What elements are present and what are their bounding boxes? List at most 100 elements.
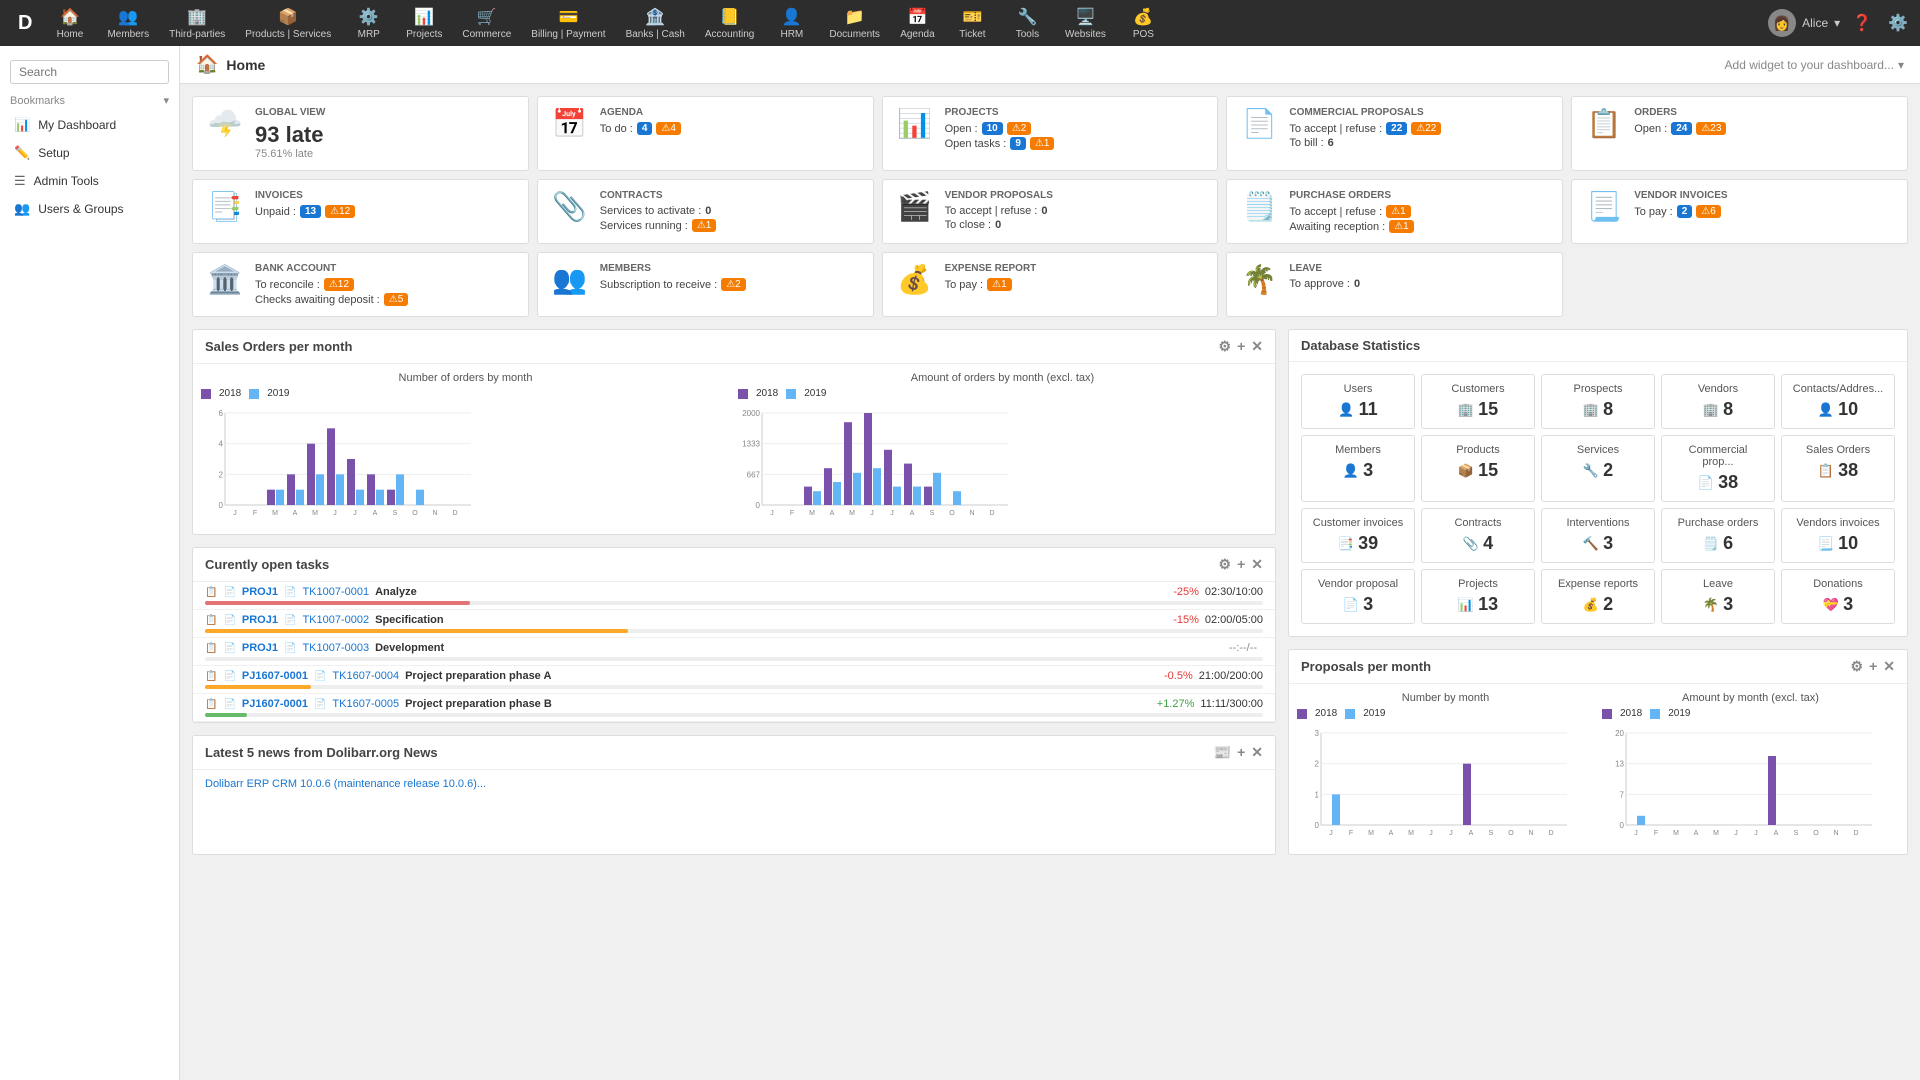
nav-hrm[interactable]: 👤 HRM <box>764 3 819 44</box>
widget-invoices[interactable]: 📑 INVOICES Unpaid : 13 ⚠12 <box>192 179 529 244</box>
task-id[interactable]: TK1007-0001 <box>302 586 369 598</box>
nav-third-parties[interactable]: 🏢 Third-parties <box>159 3 235 44</box>
widget-projects[interactable]: 📊 PROJECTS Open : 10 ⚠2Open tasks : 9 ⚠1 <box>882 96 1219 171</box>
db-stat-contracts[interactable]: Contracts 📎 4 <box>1421 508 1535 563</box>
nav-home[interactable]: 🏠 Home <box>42 3 97 44</box>
widget-global-view[interactable]: 🌩️ GLOBAL VIEW 93 late75.61% late <box>192 96 529 171</box>
widget-vendor-invoices[interactable]: 📃 VENDOR INVOICES To pay : 2 ⚠6 <box>1571 179 1908 244</box>
app-logo[interactable]: D <box>8 12 42 35</box>
nav-mrp[interactable]: ⚙️ MRP <box>341 3 396 44</box>
nav-members[interactable]: 👥 Members <box>97 3 159 44</box>
nav-websites[interactable]: 🖥️ Websites <box>1055 3 1116 44</box>
filter-icon[interactable]: ⚙ <box>1219 338 1232 355</box>
widget-members[interactable]: 👥 MEMBERS Subscription to receive : ⚠2 <box>537 252 874 317</box>
widget-agenda[interactable]: 📅 AGENDA To do : 4 ⚠4 <box>537 96 874 171</box>
bookmarks-section[interactable]: Bookmarks ▾ <box>0 90 179 111</box>
db-stat-interventions[interactable]: Interventions 🔨 3 <box>1541 508 1655 563</box>
nav-accounting[interactable]: 📒 Accounting <box>695 3 764 44</box>
tasks-add-icon[interactable]: + <box>1237 556 1245 573</box>
sidebar-item-setup[interactable]: ✏️ Setup <box>0 139 179 167</box>
news-close-icon[interactable]: ✕ <box>1251 744 1263 761</box>
nav-commerce[interactable]: 🛒 Commerce <box>452 3 521 44</box>
task-project[interactable]: PJ1607-0001 <box>242 698 308 710</box>
db-stat-expense-reports[interactable]: Expense reports 💰 2 <box>1541 569 1655 624</box>
widget-expense-report[interactable]: 💰 EXPENSE REPORT To pay : ⚠1 <box>882 252 1219 317</box>
tasks-filter-icon[interactable]: ⚙ <box>1219 556 1232 573</box>
nav-products[interactable]: 📦 Products | Services <box>235 3 341 44</box>
sidebar-item-users-groups[interactable]: 👥 Users & Groups <box>0 195 179 223</box>
widget-leave[interactable]: 🌴 LEAVE To approve : 0 <box>1226 252 1563 317</box>
task-project[interactable]: PJ1607-0001 <box>242 670 308 682</box>
proposals-filter-icon[interactable]: ⚙ <box>1851 658 1864 675</box>
widget-orders[interactable]: 📋 ORDERS Open : 24 ⚠23 <box>1571 96 1908 171</box>
add-icon[interactable]: + <box>1237 338 1245 355</box>
close-icon[interactable]: ✕ <box>1251 338 1263 355</box>
task-project[interactable]: PROJ1 <box>242 586 278 598</box>
db-stat-title: Donations <box>1792 578 1884 590</box>
db-stat-sales-orders[interactable]: Sales Orders 📋 38 <box>1781 435 1895 502</box>
db-stat-products[interactable]: Products 📦 15 <box>1421 435 1535 502</box>
db-stat-customers[interactable]: Customers 🏢 15 <box>1421 374 1535 429</box>
nav-tools[interactable]: 🔧 Tools <box>1000 3 1055 44</box>
db-stat-prospects[interactable]: Prospects 🏢 8 <box>1541 374 1655 429</box>
sales-count-label: Number of orders by month <box>201 372 730 384</box>
search-input[interactable] <box>10 60 169 84</box>
user-menu[interactable]: 👩 Alice ▾ <box>1768 9 1840 37</box>
widget-vendor-proposals[interactable]: 🎬 VENDOR PROPOSALS To accept | refuse : … <box>882 179 1219 244</box>
proposals-close-icon[interactable]: ✕ <box>1883 658 1895 675</box>
db-stat-users[interactable]: Users 👤 11 <box>1301 374 1415 429</box>
db-stat-vendors-invoices[interactable]: Vendors invoices 📃 10 <box>1781 508 1895 563</box>
widget-title-members: MEMBERS <box>600 263 861 274</box>
question-icon[interactable]: ❓ <box>1848 9 1876 37</box>
nav-banks-label: Banks | Cash <box>626 29 685 40</box>
nav-banks[interactable]: 🏦 Banks | Cash <box>616 3 695 44</box>
svg-text:J: J <box>1449 830 1453 837</box>
proposals-add-icon[interactable]: + <box>1869 658 1877 675</box>
news-add-icon[interactable]: + <box>1237 744 1245 761</box>
bar-2019 <box>396 474 404 505</box>
db-stat-projects[interactable]: Projects 📊 13 <box>1421 569 1535 624</box>
add-widget-chevron[interactable]: ▾ <box>1898 58 1904 72</box>
db-stat-leave[interactable]: Leave 🌴 3 <box>1661 569 1775 624</box>
sidebar-item-my-dashboard[interactable]: 📊 My Dashboard <box>0 111 179 139</box>
widget-bank-account[interactable]: 🏛️ BANK ACCOUNT To reconcile : ⚠12Checks… <box>192 252 529 317</box>
task-project[interactable]: PROJ1 <box>242 642 278 654</box>
nav-agenda[interactable]: 📅 Agenda <box>890 3 945 44</box>
nav-billing[interactable]: 💳 Billing | Payment <box>521 3 615 44</box>
db-stat-vendor-proposal[interactable]: Vendor proposal 📄 3 <box>1301 569 1415 624</box>
task-id[interactable]: TK1007-0003 <box>302 642 369 654</box>
nav-pos[interactable]: 💰 POS <box>1116 3 1171 44</box>
tasks-close-icon[interactable]: ✕ <box>1251 556 1263 573</box>
db-stat-contacts/addres...[interactable]: Contacts/Addres... 👤 10 <box>1781 374 1895 429</box>
task-id[interactable]: TK1007-0002 <box>302 614 369 626</box>
widget-purchase-orders[interactable]: 🗒️ PURCHASE ORDERS To accept | refuse : … <box>1226 179 1563 244</box>
sidebar-item-dashboard-label: My Dashboard <box>38 118 116 132</box>
db-stat-vendors[interactable]: Vendors 🏢 8 <box>1661 374 1775 429</box>
breadcrumb-home-icon[interactable]: 🏠 <box>196 54 218 75</box>
db-stat-number: 4 <box>1483 533 1493 554</box>
widget-title-orders: ORDERS <box>1634 107 1895 118</box>
db-stat-members[interactable]: Members 👤 3 <box>1301 435 1415 502</box>
nav-documents[interactable]: 📁 Documents <box>819 3 890 44</box>
widget-contracts[interactable]: 📎 CONTRACTS Services to activate : 0Serv… <box>537 179 874 244</box>
task-project[interactable]: PROJ1 <box>242 614 278 626</box>
tasks-panel: Curently open tasks ⚙ + ✕ 📋 📄 PROJ1 📄 TK… <box>192 547 1276 723</box>
settings-icon[interactable]: ⚙️ <box>1884 9 1912 37</box>
badge-warn: ⚠23 <box>1696 122 1726 135</box>
db-stat-donations[interactable]: Donations 💝 3 <box>1781 569 1895 624</box>
add-widget-label[interactable]: Add widget to your dashboard... <box>1725 58 1894 72</box>
nav-projects[interactable]: 📊 Projects <box>396 3 452 44</box>
db-stat-customer-invoices[interactable]: Customer invoices 📑 39 <box>1301 508 1415 563</box>
task-id[interactable]: TK1607-0005 <box>332 698 399 710</box>
sidebar-item-admin-tools[interactable]: ☰ Admin Tools <box>0 167 179 195</box>
db-stat-purchase-orders[interactable]: Purchase orders 🗒️ 6 <box>1661 508 1775 563</box>
username: Alice <box>1802 16 1828 30</box>
db-stat-services[interactable]: Services 🔧 2 <box>1541 435 1655 502</box>
proposals-count-label: Number by month <box>1297 692 1594 704</box>
nav-ticket[interactable]: 🎫 Ticket <box>945 3 1000 44</box>
news-item-1[interactable]: Dolibarr ERP CRM 10.0.6 (maintenance rel… <box>205 778 486 790</box>
db-stat-commercial-prop...[interactable]: Commercial prop... 📄 38 <box>1661 435 1775 502</box>
widget-commercial-proposals[interactable]: 📄 COMMERCIAL PROPOSALS To accept | refus… <box>1226 96 1563 171</box>
task-id[interactable]: TK1607-0004 <box>332 670 399 682</box>
news-icon1[interactable]: 📰 <box>1214 744 1231 761</box>
